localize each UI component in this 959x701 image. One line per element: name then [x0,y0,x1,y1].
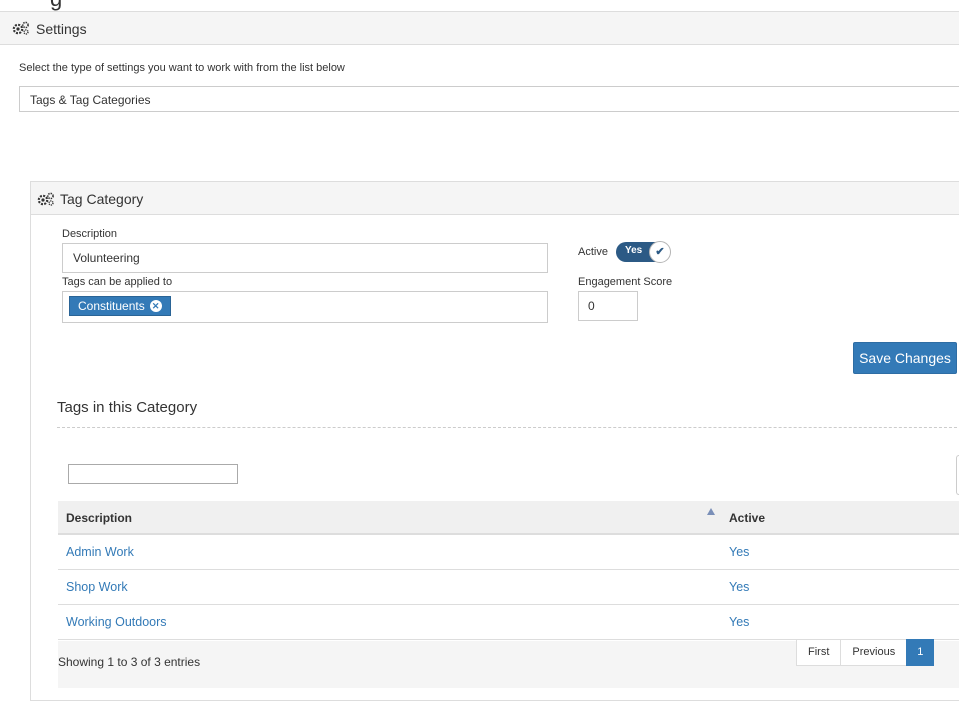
column-header-active[interactable]: Active [729,511,765,525]
tag-category-title: Tag Category [60,191,144,207]
active-toggle[interactable]: Yes ✔ [616,241,671,263]
section-divider [57,427,959,428]
tag-description-link[interactable]: Shop Work [66,580,128,594]
gears-icon [12,21,29,35]
save-changes-button[interactable]: Save Changes [853,342,957,374]
settings-panel: Settings Select the type of settings you… [0,11,959,701]
tag-active-link[interactable]: Yes [729,580,749,594]
tag-filter-input[interactable] [68,464,238,484]
tag-description-link[interactable]: Admin Work [66,545,134,559]
remove-circle-icon[interactable]: ✕ [149,300,162,312]
engagement-score-input[interactable]: 0 [578,291,638,321]
tag-active-link[interactable]: Yes [729,545,749,559]
entries-info: Showing 1 to 3 of 3 entries [58,655,201,669]
settings-instruction: Select the type of settings you want to … [19,62,345,74]
toggle-state-text: Yes [625,245,643,256]
chip-label: Constituents [78,299,145,313]
gears-icon [37,192,54,206]
engagement-score-label: Engagement Score [578,276,673,288]
page-title-clipped: g [0,0,959,11]
table-row: Working Outdoors Yes [58,605,959,640]
active-label: Active [578,246,608,258]
pagination-page-1[interactable]: 1 [906,639,935,666]
tag-description-link[interactable]: Working Outdoors [66,615,167,629]
sort-ascending-icon[interactable] [707,508,715,515]
tag-category-panel: Tag Category Description Volunteering Ta… [30,181,959,701]
tags-section-title: Tags in this Category [57,399,198,416]
constituents-chip[interactable]: Constituents ✕ [69,296,171,316]
applied-to-field[interactable]: Constituents ✕ [62,291,548,323]
pagination-previous[interactable]: Previous [840,639,908,666]
tag-active-link[interactable]: Yes [729,615,749,629]
tag-category-heading: Tag Category [31,182,959,215]
table-row: Shop Work Yes [58,570,959,605]
pagination-first[interactable]: First [796,639,842,666]
description-label: Description [62,228,118,240]
table-row: Admin Work Yes [58,535,959,570]
clipped-title-fragment: g [50,0,62,11]
check-icon: ✔ [649,241,671,263]
pagination: First Previous 1 [796,639,935,666]
settings-heading: Settings [36,21,87,37]
settings-panel-heading: Settings [0,12,959,45]
column-header-description[interactable]: Description [66,511,132,525]
applied-to-label: Tags can be applied to [62,276,173,288]
description-input[interactable]: Volunteering [62,243,548,273]
settings-type-select[interactable]: Tags & Tag Categories [19,86,959,112]
table-header: Description Active [58,501,959,535]
